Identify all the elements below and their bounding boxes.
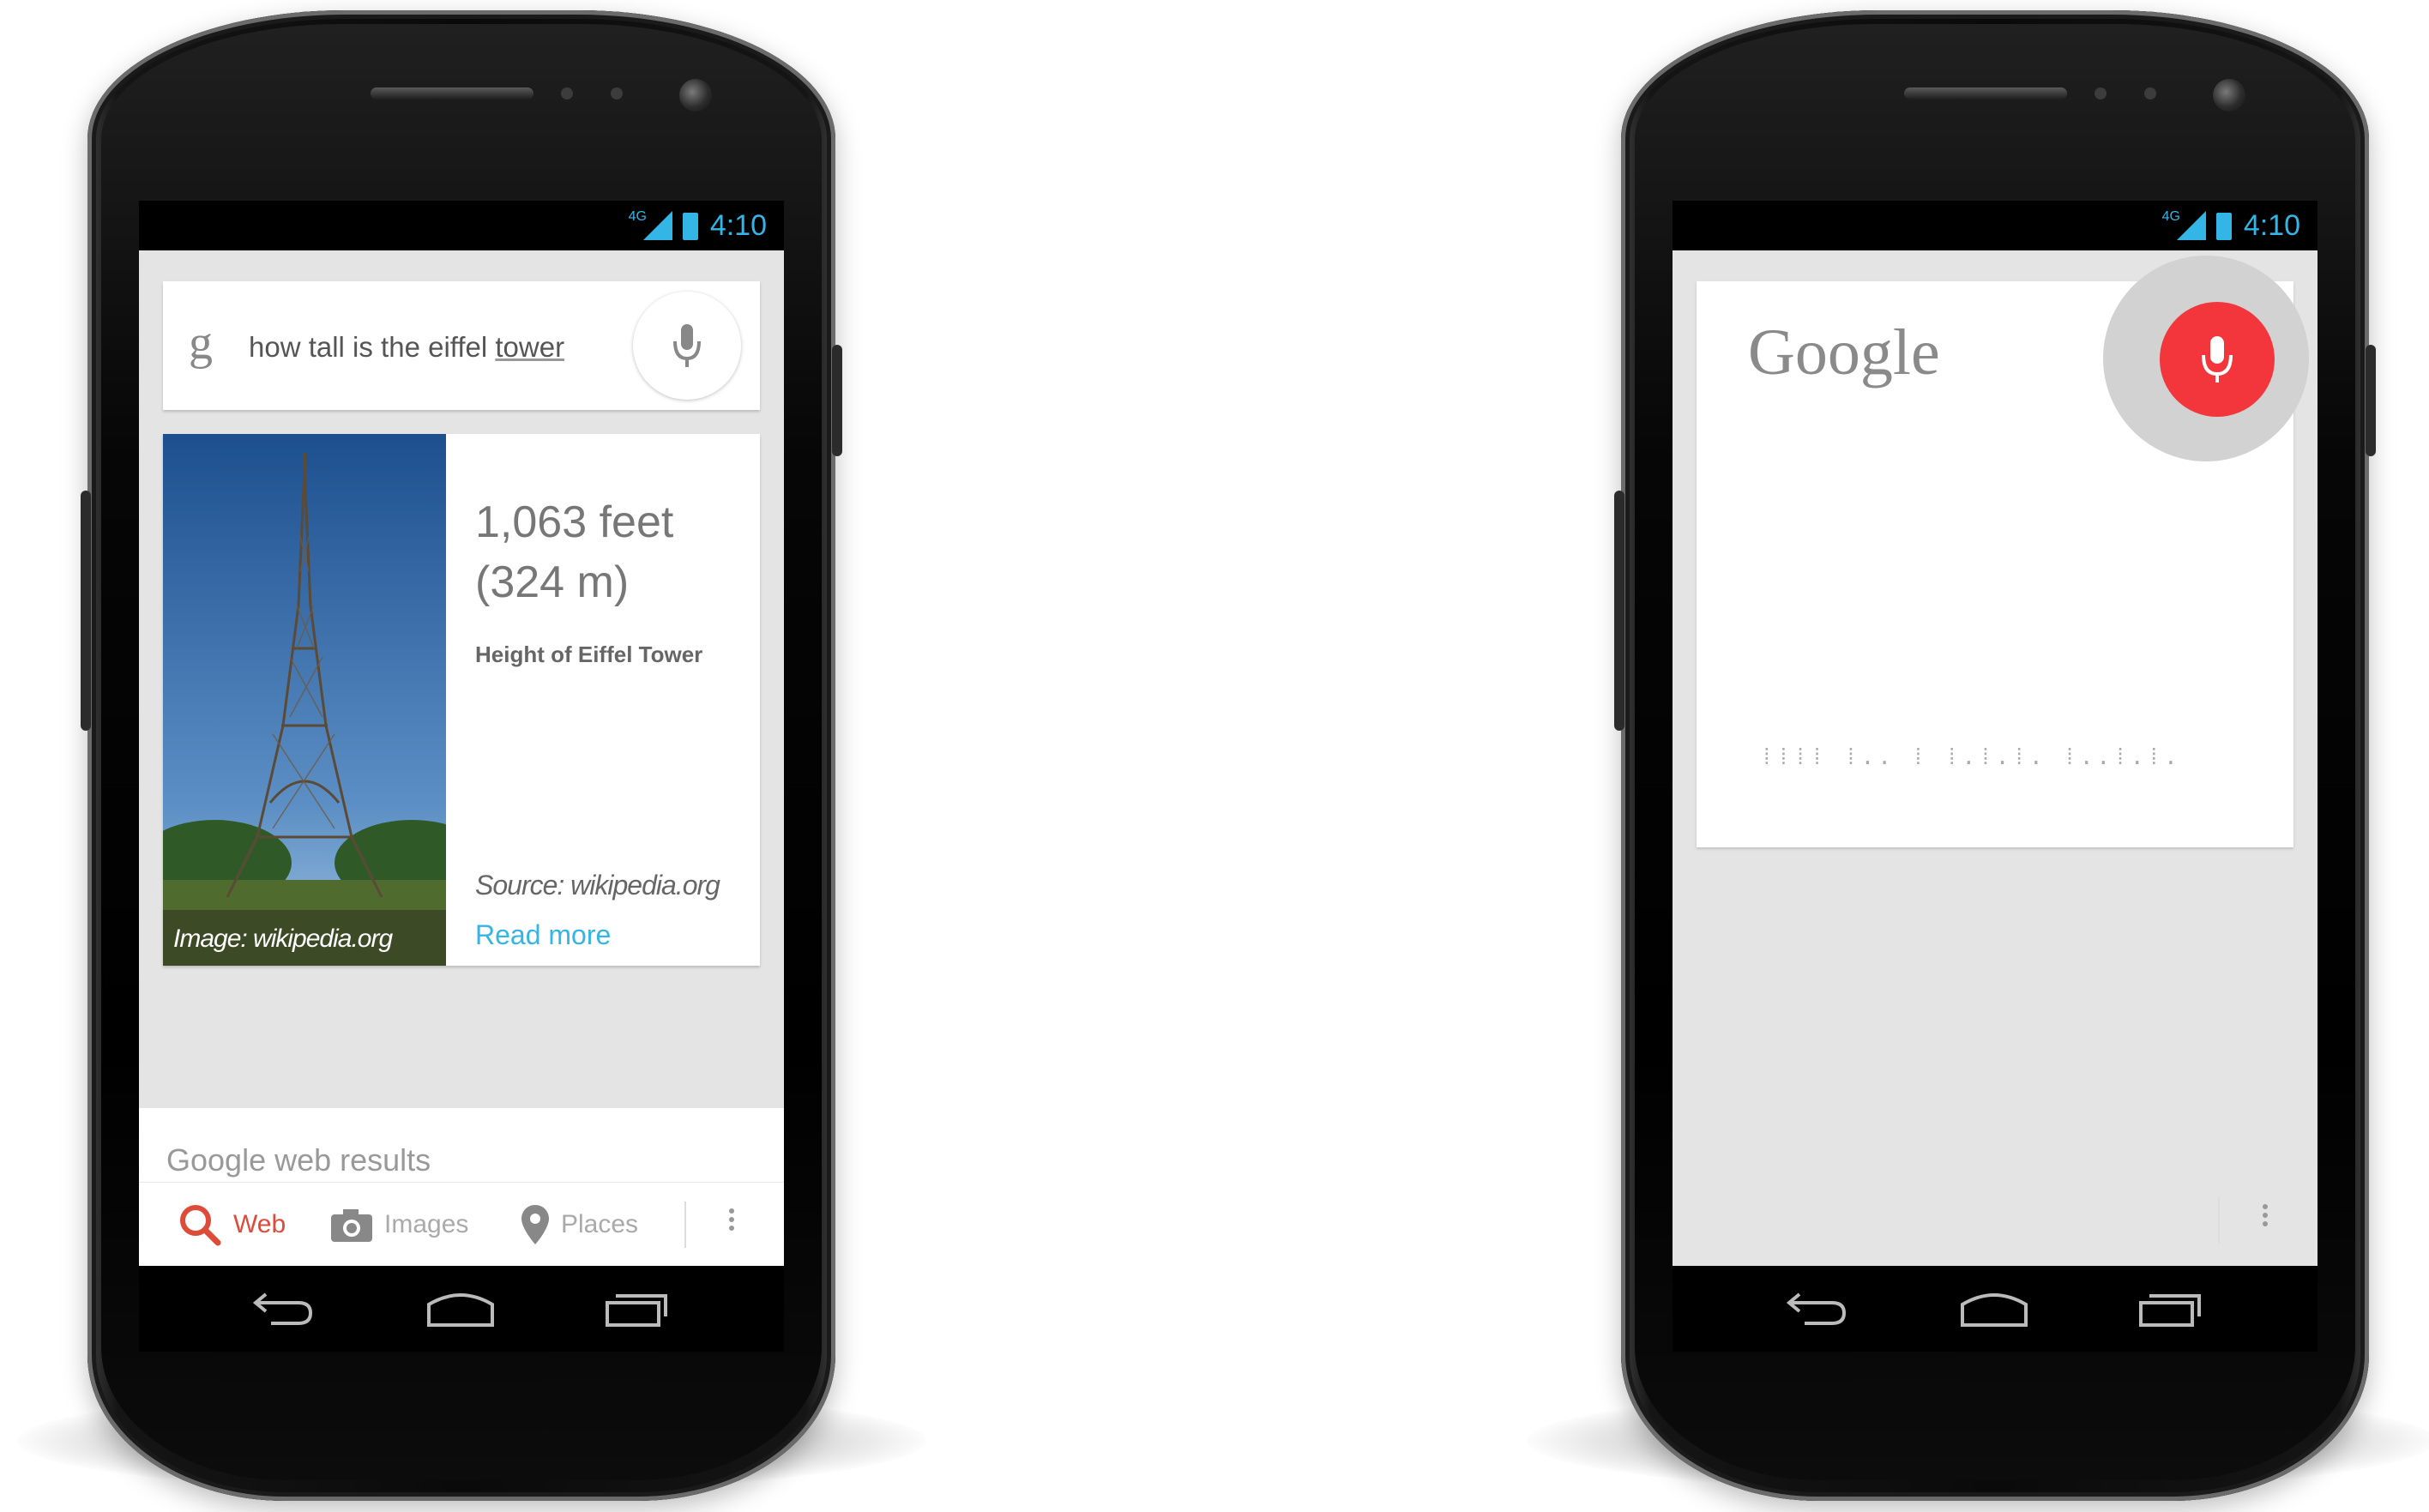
left-phone: 4G 4:10 g how tall is the eiffel tower I… (81, 10, 842, 1501)
answer-label: Height of Eiffel Tower (475, 642, 703, 667)
answer-value: 1,063 feet (324 m) (475, 492, 673, 612)
earpiece-speaker (371, 87, 533, 99)
voice-search-button[interactable] (633, 292, 741, 400)
voice-search-screen: Google ⁞⁞⁞⁞ ⁞.. ⁞ ⁞.⁞.⁞. ⁞..⁞.⁞. (1673, 250, 2317, 1266)
google-logo: Google (1748, 316, 1940, 389)
map-pin-icon (521, 1205, 549, 1244)
tab-images[interactable]: Images (329, 1183, 468, 1266)
nav-bar (139, 1266, 784, 1352)
volume-button[interactable] (1614, 491, 1624, 731)
nav-bar (1673, 1266, 2317, 1352)
camera-icon (331, 1209, 372, 1242)
tab-web[interactable]: Web (177, 1183, 286, 1266)
answer-value-meters: (324 m) (475, 557, 630, 607)
search-type-tabs: Web Images Places (139, 1182, 784, 1266)
back-icon[interactable] (1782, 1287, 1851, 1330)
source-text: Source: wikipedia.org (475, 870, 720, 901)
earpiece-speaker (1904, 87, 2067, 99)
web-results-section: Google web results (139, 1108, 784, 1185)
power-button[interactable] (2366, 345, 2376, 456)
mic-icon (673, 324, 701, 367)
status-bar: 4G 4:10 (139, 201, 784, 250)
tab-web-label: Web (233, 1210, 286, 1238)
web-results-heading: Google web results (166, 1142, 431, 1178)
overflow-menu-icon[interactable] (729, 1205, 736, 1234)
overflow-menu-icon[interactable] (2263, 1201, 2269, 1230)
back-icon[interactable] (249, 1287, 317, 1330)
recent-apps-icon[interactable] (2136, 1287, 2204, 1330)
search-bar[interactable]: g how tall is the eiffel tower (163, 281, 760, 410)
battery-icon (683, 213, 698, 240)
search-results-screen: g how tall is the eiffel tower Image: wi… (139, 250, 784, 1266)
search-query-underlined-word: tower (495, 331, 565, 363)
voice-search-card: Google ⁞⁞⁞⁞ ⁞.. ⁞ ⁞.⁞.⁞. ⁞..⁞.⁞. (1697, 256, 2309, 847)
power-button[interactable] (832, 345, 842, 456)
status-bar: 4G 4:10 (1673, 201, 2317, 250)
search-query-text: how tall is the eiffel (249, 331, 496, 363)
sensor-dot (2094, 87, 2107, 99)
tab-places[interactable]: Places (520, 1183, 638, 1266)
battery-icon (2216, 213, 2232, 240)
right-phone: 4G 4:10 Google ⁞⁞⁞⁞ ⁞.. ⁞ ⁞.⁞.⁞. ⁞..⁞.⁞. (1614, 10, 2376, 1501)
home-icon[interactable] (424, 1287, 497, 1330)
menu-divider (2218, 1197, 2220, 1244)
sensor-dot (561, 87, 573, 99)
signal-icon (2177, 211, 2206, 240)
google-g-logo: g (189, 316, 213, 370)
answer-card[interactable]: Image: wikipedia.org 1,063 feet (324 m) … (163, 434, 760, 966)
sensor-dot (611, 87, 623, 99)
listening-indicator: ⁞⁞⁞⁞ ⁞.. ⁞ ⁞.⁞.⁞. ⁞..⁞.⁞. (1760, 744, 2181, 770)
voice-mic-button[interactable] (2160, 302, 2275, 417)
search-query[interactable]: how tall is the eiffel tower (249, 331, 564, 364)
search-icon (180, 1205, 221, 1246)
read-more-link[interactable]: Read more (475, 919, 611, 951)
tab-places-label: Places (561, 1210, 639, 1238)
front-camera (679, 79, 712, 111)
answer-value-feet: 1,063 feet (475, 497, 674, 547)
image-caption: Image: wikipedia.org (173, 925, 393, 953)
front-camera (2213, 79, 2245, 111)
home-icon[interactable] (1957, 1287, 2031, 1330)
status-time: 4:10 (709, 209, 767, 242)
status-time: 4:10 (2243, 209, 2300, 242)
sensor-dot (2144, 87, 2156, 99)
volume-button[interactable] (81, 491, 91, 731)
tab-divider (684, 1202, 686, 1248)
tab-images-label: Images (384, 1210, 469, 1238)
recent-apps-icon[interactable] (602, 1287, 671, 1330)
signal-icon (643, 211, 672, 240)
mic-icon (2202, 336, 2233, 383)
eiffel-tower-image[interactable]: Image: wikipedia.org (163, 434, 446, 966)
